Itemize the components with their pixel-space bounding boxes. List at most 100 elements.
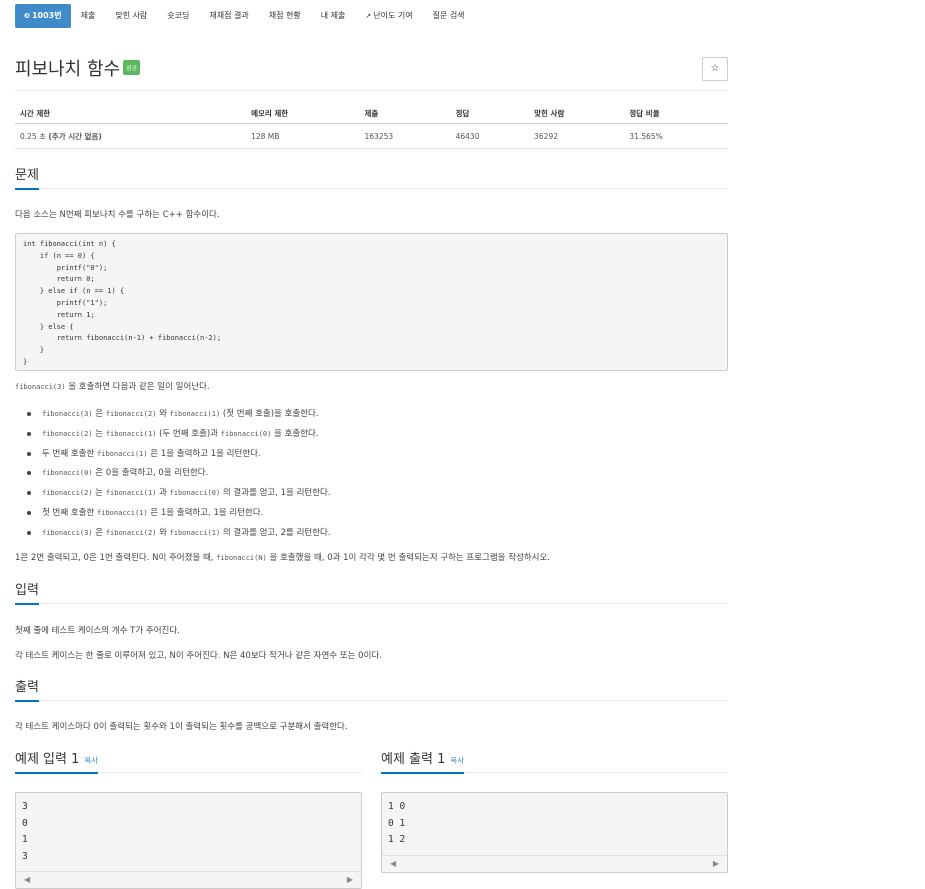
call-text: 을 호출하면 다음과 같은 일이 일어난다. bbox=[65, 382, 210, 392]
inline-code: fibonacci(1) bbox=[169, 528, 221, 537]
inline-code: fibonacci(0) bbox=[220, 429, 272, 438]
status-badge: 성공 bbox=[123, 59, 141, 75]
scroll-left-icon[interactable]: ◀ bbox=[390, 859, 396, 868]
copy-output-button[interactable]: 복사 bbox=[450, 756, 464, 765]
header-ratio: 정답 비율 bbox=[624, 104, 728, 124]
step-text: 는 bbox=[92, 488, 106, 499]
step-text: 은 bbox=[92, 409, 106, 419]
problem-code-block: int fibonacci(int n) { if (n == 0) { pri… bbox=[15, 233, 728, 371]
inline-code: fibonacci(1) bbox=[105, 489, 157, 498]
favorite-button[interactable]: ☆ bbox=[702, 57, 728, 81]
tab-rejudge[interactable]: 재채점 결과 bbox=[199, 4, 258, 28]
sample-output-title: 예제 출력 1 bbox=[381, 752, 446, 767]
sample-input-heading: 예제 입력 1 복사 bbox=[15, 748, 99, 774]
sample-input-box: 3 0 1 3 ◀ ▶ bbox=[15, 792, 362, 889]
inline-code: fibonacci(0) bbox=[42, 469, 93, 478]
step-text: 와 bbox=[156, 409, 170, 419]
input-section-header: 입력 bbox=[15, 579, 728, 605]
inline-code: fibonacci(3) bbox=[42, 528, 93, 537]
sample-input-content: 3 0 1 3 bbox=[22, 801, 28, 862]
sample-input-header: 예제 입력 1 복사 bbox=[15, 748, 362, 774]
problem-section-header: 문제 bbox=[15, 164, 728, 190]
list-item: fibonacci(0) 은 0을 출력하고, 0을 리턴한다. bbox=[25, 466, 331, 486]
tab-questions[interactable]: 질문 검색 bbox=[423, 4, 475, 28]
call-description: fibonacci(3) 을 호출하면 다음과 같은 일이 일어난다. bbox=[15, 380, 210, 392]
ratio-cell: 31.565% bbox=[624, 123, 728, 149]
header-solvers: 맞힌 사람 bbox=[529, 104, 625, 124]
problem-intro: 다음 소스는 N번째 피보나치 수를 구하는 C++ 함수이다. bbox=[15, 210, 220, 220]
inline-code: fibonacci(1) bbox=[105, 429, 157, 438]
tab-status[interactable]: 채점 현황 bbox=[259, 4, 311, 28]
list-item: 두 번째 호출한 fibonacci(1) 은 1을 출력하고 1을 리턴한다. bbox=[25, 447, 331, 467]
inline-code: fibonacci(1) bbox=[97, 508, 148, 517]
tab-problem-label: 1003번 bbox=[31, 11, 62, 20]
step-text: 은 1을 출력하고 1을 리턴한다. bbox=[147, 448, 261, 459]
tab-submit[interactable]: 제출 bbox=[71, 4, 106, 28]
inline-code: fibonacci(2) bbox=[42, 489, 93, 498]
header-submissions: 제출 bbox=[359, 104, 451, 124]
step-text: 과 bbox=[156, 488, 170, 499]
list-item: fibonacci(2) 는 fibonacci(1) (두 번째 호출)과 f… bbox=[25, 427, 331, 447]
list-item: fibonacci(3) 은 fibonacci(2) 와 fibonacci(… bbox=[25, 407, 331, 427]
inline-code: fibonacci(2) bbox=[105, 410, 157, 418]
tab-shortcoding[interactable]: 숏코딩 bbox=[157, 4, 199, 28]
list-item: fibonacci(3) 은 fibonacci(2) 와 fibonacci(… bbox=[25, 526, 331, 546]
header-time-limit: 시간 제한 bbox=[15, 104, 247, 124]
step-text: (두 번째 호출)과 bbox=[156, 428, 221, 439]
scroll-right-icon[interactable]: ▶ bbox=[347, 875, 353, 884]
problem-title: 피보나치 함수 bbox=[15, 59, 121, 80]
sample-output-header: 예제 출력 1 복사 bbox=[381, 748, 728, 774]
step-text: 두 번째 호출한 bbox=[42, 448, 98, 459]
time-limit-value: 0.25 초 bbox=[20, 131, 46, 141]
inline-code: fibonacci(3) bbox=[42, 410, 93, 418]
step-text: 첫 번째 호출한 bbox=[42, 507, 98, 518]
solvers-cell: 36292 bbox=[529, 123, 625, 149]
output-heading: 출력 bbox=[15, 676, 39, 702]
step-text: 은 bbox=[92, 527, 106, 538]
step-text: 의 결과를 얻고, 2를 리턴한다. bbox=[220, 527, 331, 538]
step-text: (첫 번째 호출)을 호출한다. bbox=[220, 409, 319, 419]
tab-my-submissions[interactable]: 내 제출 bbox=[311, 4, 356, 28]
step-text: 의 결과를 얻고, 1을 리턴한다. bbox=[220, 488, 331, 499]
submissions-cell: 163253 bbox=[359, 123, 451, 149]
problem-summary: 1은 2번 출력되고, 0은 1번 출력된다. N이 주어졌을 때, fibon… bbox=[15, 551, 550, 563]
input-heading: 입력 bbox=[15, 579, 39, 605]
inline-code: fibonacci(1) bbox=[169, 410, 221, 418]
page-title: 피보나치 함수 성공 bbox=[15, 55, 141, 81]
scroll-right-icon[interactable]: ▶ bbox=[713, 859, 719, 868]
input-line-1: 첫째 줄에 테스트 케이스의 개수 T가 주어진다. bbox=[15, 626, 180, 636]
title-row: 피보나치 함수 성공 ☆ bbox=[15, 52, 728, 91]
list-item: 첫 번째 호출한 fibonacci(1) 은 1을 출력하고, 1을 리턴한다… bbox=[25, 506, 331, 526]
inline-code: fibonacci(2) bbox=[105, 528, 157, 537]
scroll-left-icon[interactable]: ◀ bbox=[24, 875, 30, 884]
sample-input-scrollbar[interactable]: ◀ ▶ bbox=[16, 871, 361, 888]
problem-info-table: 시간 제한 메모리 제한 제출 정답 맞힌 사람 정답 비율 0.25 초 (추… bbox=[15, 104, 728, 149]
output-section-header: 출력 bbox=[15, 676, 728, 702]
output-line-1: 각 테스트 케이스마다 0이 출력되는 횟수와 1이 출력되는 횟수를 공백으로… bbox=[15, 722, 348, 732]
step-text: 을 호출한다. bbox=[271, 428, 319, 439]
copy-input-button[interactable]: 복사 bbox=[84, 756, 98, 765]
inline-code: fibonacci(2) bbox=[42, 429, 93, 438]
step-text: 와 bbox=[156, 527, 170, 538]
call-steps-list: fibonacci(3) 은 fibonacci(2) 와 fibonacci(… bbox=[25, 407, 331, 546]
tab-difficulty[interactable]: ↗ 난이도 기여 bbox=[355, 4, 422, 28]
sample-output-scrollbar[interactable]: ◀ ▶ bbox=[382, 855, 727, 872]
tab-problem[interactable]: ❸ 1003번 bbox=[15, 4, 71, 28]
input-line-2: 각 테스트 케이스는 한 줄로 이루어져 있고, N이 주어진다. N은 40보… bbox=[15, 651, 382, 661]
time-limit-extra: (추가 시간 없음) bbox=[48, 131, 102, 141]
number-icon: ❸ bbox=[24, 12, 30, 20]
external-link-icon: ↗ bbox=[365, 12, 372, 20]
call-code: fibonacci(3) bbox=[15, 383, 66, 391]
sample-output-heading: 예제 출력 1 복사 bbox=[381, 748, 465, 774]
star-icon: ☆ bbox=[710, 63, 720, 74]
tab-solvers[interactable]: 맞힌 사람 bbox=[105, 4, 157, 28]
summary-post: 을 호출했을 때, 0과 1이 각각 몇 번 출력되는지 구하는 프로그램을 작… bbox=[266, 553, 551, 563]
time-limit-cell: 0.25 초 (추가 시간 없음) bbox=[15, 123, 247, 149]
header-accepted: 정답 bbox=[450, 104, 530, 124]
sample-output-box: 1 0 0 1 1 2 ◀ ▶ bbox=[381, 792, 728, 873]
summary-code: fibonacci(N) bbox=[216, 554, 267, 562]
sample-output-content: 1 0 0 1 1 2 bbox=[388, 801, 406, 845]
step-text: 은 0을 출력하고, 0을 리턴한다. bbox=[92, 468, 209, 479]
step-text: 은 1을 출력하고, 1을 리턴한다. bbox=[147, 507, 264, 518]
accepted-cell: 46430 bbox=[450, 123, 530, 149]
